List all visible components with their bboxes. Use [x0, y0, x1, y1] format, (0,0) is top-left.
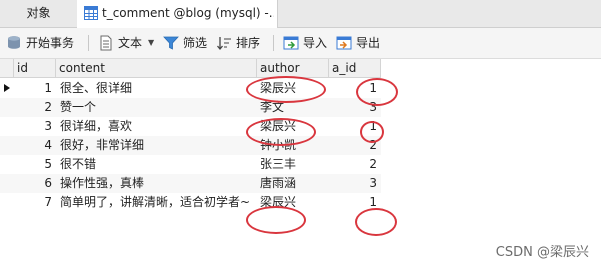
- row-marker: [0, 155, 14, 174]
- cell-a-id[interactable]: 3: [329, 174, 381, 193]
- cell-id[interactable]: 3: [14, 117, 56, 136]
- toolbar-divider: [273, 35, 274, 51]
- document-icon: [100, 35, 112, 51]
- watermark: CSDN @梁辰兴: [495, 245, 589, 260]
- annotation-circle-aid-row1: [356, 78, 398, 106]
- cell-content[interactable]: 操作性强，真棒: [56, 174, 257, 193]
- column-header-id[interactable]: id: [14, 59, 56, 77]
- tab-objects[interactable]: 对象: [0, 0, 78, 27]
- transaction-icon: [8, 36, 20, 49]
- table-row[interactable]: 4 很好，非常详细 钟小凯 2: [0, 136, 381, 155]
- grid-header: id content author a_id: [0, 59, 381, 78]
- cell-author[interactable]: 唐雨涵: [257, 174, 329, 193]
- row-marker: [0, 174, 14, 193]
- row-marker-header: [0, 59, 14, 77]
- annotation-circle-aid-row7: [355, 208, 397, 236]
- import-button[interactable]: 导入: [283, 33, 331, 53]
- table-row[interactable]: 2 赞一个 李文 3: [0, 98, 381, 117]
- cell-content[interactable]: 赞一个: [56, 98, 257, 117]
- column-header-author[interactable]: author: [257, 59, 329, 77]
- export-button[interactable]: 导出: [336, 33, 384, 53]
- export-icon: [336, 36, 352, 50]
- cell-id[interactable]: 1: [14, 79, 56, 98]
- row-marker: [0, 79, 14, 98]
- row-marker: [0, 136, 14, 155]
- filter-button[interactable]: 筛选: [163, 33, 211, 53]
- import-label: 导入: [303, 36, 328, 50]
- annotation-circle-author-row3: [246, 118, 316, 146]
- cell-content[interactable]: 简单明了，讲解清晰，适合初学者~: [56, 193, 257, 212]
- text-button[interactable]: 文本 ▼: [98, 33, 158, 53]
- column-header-a-id[interactable]: a_id: [329, 59, 381, 77]
- table-row[interactable]: 3 很详细，喜欢 梁辰兴 1: [0, 117, 381, 136]
- sort-button[interactable]: 排序: [216, 33, 264, 53]
- tab-t-comment[interactable]: t_comment @blog (mysql) -...: [77, 0, 278, 28]
- row-marker: [0, 193, 14, 212]
- begin-transaction-label: 开始事务: [26, 36, 75, 50]
- toolbar: 开始事务 文本 ▼ 筛选 排序 导入 导出: [0, 28, 601, 59]
- table-row[interactable]: 5 很不错 张三丰 2: [0, 155, 381, 174]
- sort-label: 排序: [236, 36, 261, 50]
- column-header-content[interactable]: content: [56, 59, 257, 77]
- cell-content[interactable]: 很详细，喜欢: [56, 117, 257, 136]
- cell-content[interactable]: 很好，非常详细: [56, 136, 257, 155]
- begin-transaction-button[interactable]: 开始事务: [6, 33, 80, 53]
- export-label: 导出: [356, 36, 381, 50]
- table-row[interactable]: 6 操作性强，真棒 唐雨涵 3: [0, 174, 381, 193]
- cell-id[interactable]: 6: [14, 174, 56, 193]
- sort-icon: [217, 37, 231, 51]
- cell-id[interactable]: 7: [14, 193, 56, 212]
- cell-author[interactable]: 张三丰: [257, 155, 329, 174]
- filter-icon: [163, 36, 179, 50]
- tab-title: t_comment @blog (mysql) -...: [102, 6, 274, 20]
- current-row-icon: [4, 84, 10, 92]
- cell-id[interactable]: 4: [14, 136, 56, 155]
- text-label: 文本: [118, 36, 143, 50]
- cell-id[interactable]: 5: [14, 155, 56, 174]
- row-marker: [0, 98, 14, 117]
- table-row[interactable]: 7 简单明了，讲解清晰，适合初学者~ 梁辰兴 1: [0, 193, 381, 212]
- annotation-circle-author-row7: [246, 206, 306, 234]
- cell-id[interactable]: 2: [14, 98, 56, 117]
- import-icon: [283, 36, 299, 50]
- row-marker: [0, 117, 14, 136]
- cell-content[interactable]: 很不错: [56, 155, 257, 174]
- chevron-down-icon: ▼: [148, 38, 155, 47]
- cell-content[interactable]: 很全、很详细: [56, 79, 257, 98]
- table-icon: [84, 6, 98, 20]
- annotation-circle-author-row1: [246, 76, 326, 103]
- cell-a-id[interactable]: 2: [329, 155, 381, 174]
- annotation-circle-aid-row3: [360, 121, 384, 143]
- tab-bar: 对象 t_comment @blog (mysql) -...: [0, 0, 601, 28]
- toolbar-divider: [88, 35, 89, 51]
- filter-label: 筛选: [183, 36, 208, 50]
